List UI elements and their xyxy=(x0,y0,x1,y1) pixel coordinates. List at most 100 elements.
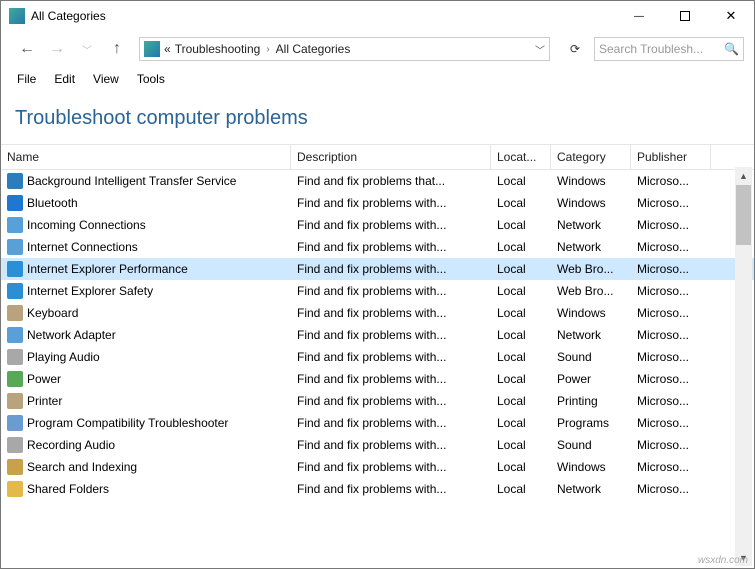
table-row[interactable]: Program Compatibility TroubleshooterFind… xyxy=(1,412,754,434)
item-location: Local xyxy=(491,284,551,298)
scroll-up-icon[interactable]: ▲ xyxy=(735,167,752,184)
item-icon xyxy=(7,393,23,409)
menu-file[interactable]: File xyxy=(9,70,44,88)
item-category: Sound xyxy=(551,350,631,364)
item-name: Internet Explorer Performance xyxy=(27,262,188,276)
breadcrumb-current[interactable]: All Categories xyxy=(276,42,351,56)
item-name: Printer xyxy=(27,394,62,408)
table-row[interactable]: BluetoothFind and fix problems with...Lo… xyxy=(1,192,754,214)
item-icon xyxy=(7,239,23,255)
close-button[interactable] xyxy=(708,1,754,31)
item-category: Programs xyxy=(551,416,631,430)
item-name: Keyboard xyxy=(27,306,78,320)
table-row[interactable]: PowerFind and fix problems with...LocalP… xyxy=(1,368,754,390)
column-publisher[interactable]: Publisher xyxy=(631,145,711,169)
table-row[interactable]: Printer Find and fix problems with...Loca… xyxy=(1,390,754,412)
item-location: Local xyxy=(491,482,551,496)
back-button[interactable]: ← xyxy=(15,37,39,61)
table-row[interactable]: Incoming ConnectionsFind and fix problem… xyxy=(1,214,754,236)
item-icon xyxy=(7,283,23,299)
column-description[interactable]: Description xyxy=(291,145,491,169)
item-publisher: Microso... xyxy=(631,460,711,474)
item-location: Local xyxy=(491,438,551,452)
table-row[interactable]: Recording AudioFind and fix problems wit… xyxy=(1,434,754,456)
table-row[interactable]: Playing Audio Find and fix problems with.… xyxy=(1,346,754,368)
minimize-button[interactable] xyxy=(616,1,662,31)
table-row[interactable]: Search and IndexingFind and fix problems… xyxy=(1,456,754,478)
item-publisher: Microso... xyxy=(631,372,711,386)
table-row[interactable]: Shared FoldersFind and fix problems with… xyxy=(1,478,754,500)
item-description: Find and fix problems with... xyxy=(291,460,491,474)
item-icon xyxy=(7,327,23,343)
item-description: Find and fix problems with... xyxy=(291,328,491,342)
item-description: Find and fix problems with... xyxy=(291,218,491,232)
item-publisher: Microso... xyxy=(631,350,711,364)
item-description: Find and fix problems with... xyxy=(291,240,491,254)
table-row[interactable]: Internet Explorer Performance Find and fi… xyxy=(1,258,754,280)
item-name: Recording Audio xyxy=(27,438,115,452)
column-category[interactable]: Category xyxy=(551,145,631,169)
item-name: Network Adapter xyxy=(27,328,116,342)
item-icon xyxy=(7,459,23,475)
item-description: Find and fix problems with... xyxy=(291,394,491,408)
item-publisher: Microso... xyxy=(631,416,711,430)
table-row[interactable]: KeyboardFind and fix problems with...Loc… xyxy=(1,302,754,324)
up-button[interactable]: ↑ xyxy=(105,37,129,61)
item-location: Local xyxy=(491,350,551,364)
item-location: Local xyxy=(491,218,551,232)
scroll-thumb[interactable] xyxy=(736,185,751,245)
item-icon xyxy=(7,261,23,277)
recent-dropdown[interactable]: ﹀ xyxy=(75,37,99,61)
forward-button[interactable]: → xyxy=(45,37,69,61)
watermark: wsxdn.com xyxy=(698,555,748,566)
column-location[interactable]: Locat... xyxy=(491,145,551,169)
item-location: Local xyxy=(491,196,551,210)
menu-view[interactable]: View xyxy=(85,70,127,88)
item-description: Find and fix problems with... xyxy=(291,262,491,276)
item-icon xyxy=(7,481,23,497)
breadcrumb-root[interactable]: « xyxy=(164,42,171,56)
item-category: Power xyxy=(551,372,631,386)
table-body: Background Intelligent Transfer ServiceF… xyxy=(1,170,754,500)
item-description: Find and fix problems with... xyxy=(291,350,491,364)
item-category: Printing xyxy=(551,394,631,408)
menu-tools[interactable]: Tools xyxy=(129,70,173,88)
item-icon xyxy=(7,173,23,189)
table-row[interactable]: Internet ConnectionsFind and fix problem… xyxy=(1,236,754,258)
search-input[interactable]: Search Troublesh... 🔍 xyxy=(594,37,744,61)
item-publisher: Microso... xyxy=(631,306,711,320)
menu-edit[interactable]: Edit xyxy=(46,70,83,88)
item-description: Find and fix problems with... xyxy=(291,196,491,210)
search-icon[interactable]: 🔍 xyxy=(724,42,739,56)
item-name: Program Compatibility Troubleshooter xyxy=(27,416,228,430)
item-category: Windows xyxy=(551,196,631,210)
refresh-button[interactable]: ⟳ xyxy=(562,37,588,61)
item-category: Network xyxy=(551,240,631,254)
menubar: File Edit View Tools xyxy=(1,67,754,91)
titlebar: All Categories xyxy=(1,1,754,31)
table-row[interactable]: Network Adapter Find and fix problems wit… xyxy=(1,324,754,346)
item-location: Local xyxy=(491,262,551,276)
item-publisher: Microso... xyxy=(631,262,711,276)
item-icon xyxy=(7,437,23,453)
item-location: Local xyxy=(491,306,551,320)
item-publisher: Microso... xyxy=(631,284,711,298)
item-category: Network xyxy=(551,218,631,232)
item-publisher: Microso... xyxy=(631,438,711,452)
address-dropdown-icon[interactable]: ﹀ xyxy=(535,42,545,57)
item-description: Find and fix problems with... xyxy=(291,482,491,496)
vertical-scrollbar[interactable]: ▲ ▼ xyxy=(735,167,752,566)
maximize-button[interactable] xyxy=(662,1,708,31)
column-name[interactable]: Name xyxy=(1,145,291,169)
item-description: Find and fix problems with... xyxy=(291,284,491,298)
table-row[interactable]: Internet Explorer SafetyFind and fix pro… xyxy=(1,280,754,302)
item-location: Local xyxy=(491,394,551,408)
item-publisher: Microso... xyxy=(631,196,711,210)
address-bar[interactable]: « Troubleshooting › All Categories ﹀ xyxy=(139,37,550,61)
troubleshooter-table: Name Description Locat... Category Publi… xyxy=(1,144,754,500)
table-row[interactable]: Background Intelligent Transfer ServiceF… xyxy=(1,170,754,192)
item-category: Windows xyxy=(551,306,631,320)
item-location: Local xyxy=(491,174,551,188)
breadcrumb-troubleshooting[interactable]: Troubleshooting xyxy=(175,42,261,56)
item-name: Playing Audio xyxy=(27,350,100,364)
